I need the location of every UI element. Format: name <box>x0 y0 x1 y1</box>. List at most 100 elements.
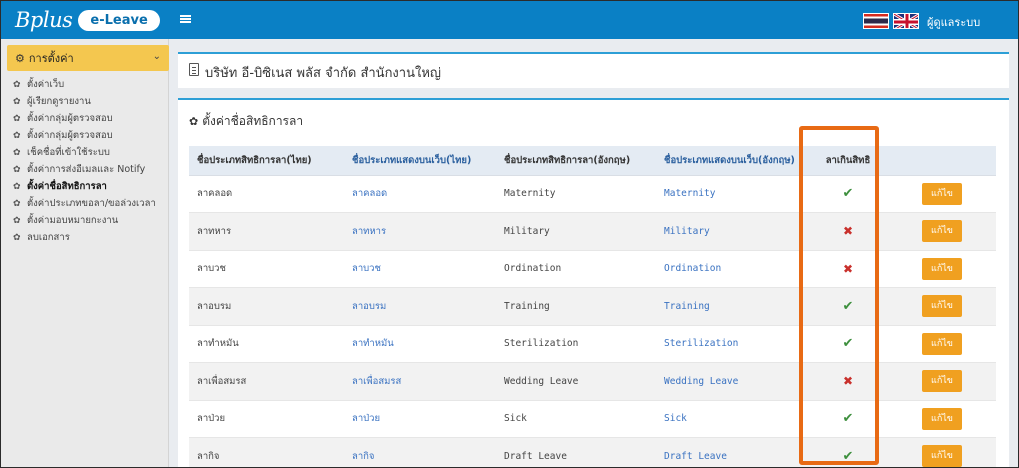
cell-over-limit: ✖ <box>808 250 888 288</box>
edit-button[interactable]: แก้ไข <box>922 295 962 318</box>
table-header-row: ชื่อประเภทสิทธิการลา(ไทย) ชื่อประเภทแสดง… <box>189 146 996 176</box>
check-icon: ✔ <box>842 448 854 464</box>
table-row: ลาทหาร ลาทหาร Military Military ✖ แก้ไข <box>189 212 996 251</box>
sidebar-item-delete-documents[interactable]: ✿ ลบเอกสาร <box>1 232 169 249</box>
cell-en-name: Maternity <box>496 175 656 213</box>
sidebar-item-inspector-groups-1[interactable]: ✿ ตั้งค่ากลุ่มผู้ตรวจสอบ <box>1 113 169 130</box>
sidebar-section-label: การตั้งค่า <box>28 52 74 65</box>
sidebar-item-leave-types[interactable]: ✿ ตั้งค่าประเภทขอลา/ขอล่วงเวลา <box>1 198 169 215</box>
col-header-en-name[interactable]: ชื่อประเภทสิทธิการลา(อังกฤษ) <box>496 146 656 176</box>
gear-icon: ✿ <box>13 233 21 243</box>
table-row: ลาบวช ลาบวช Ordination Ordination ✖ แก้ไข <box>189 250 996 288</box>
sidebar-item-report-viewers[interactable]: ✿ ผู้เรียกดูรายงาน <box>1 96 169 113</box>
cell-over-limit: ✔ <box>808 325 888 363</box>
cell-en-name: Sick <box>496 400 656 438</box>
gear-icon: ✿ <box>13 97 21 107</box>
table-row: ลาอบรม ลาอบรม Training Training ✔ แก้ไข <box>189 287 996 326</box>
sidebar-section-settings[interactable]: ⚙ การตั้งค่า ⌄ <box>7 45 169 71</box>
edit-button[interactable]: แก้ไข <box>922 332 962 355</box>
edit-button[interactable]: แก้ไข <box>922 370 962 393</box>
edit-button[interactable]: แก้ไข <box>922 220 962 243</box>
sidebar-item-login-check[interactable]: ✿ เช็คชื่อที่เข้าใช้ระบบ <box>1 147 169 164</box>
cell-th-name: ลาป่วย <box>189 400 344 438</box>
sidebar-item-shift-assignment[interactable]: ✿ ตั้งค่ามอบหมายกะงาน <box>1 215 169 232</box>
section-title-text: ตั้งค่าชื่อสิทธิการลา <box>202 114 304 128</box>
cell-over-limit: ✖ <box>808 212 888 251</box>
cell-th-name: ลากิจ <box>189 437 344 467</box>
cell-th-web-name: ลากิจ <box>344 437 496 467</box>
app-name-badge: e-Leave <box>78 9 160 31</box>
gear-icon: ✿ <box>13 199 21 209</box>
gears-icon: ⚙ <box>15 51 25 65</box>
table-row: ลาคลอด ลาคลอด Maternity Maternity ✔ แก้ไข <box>189 175 996 213</box>
cell-th-name: ลาทำหมัน <box>189 325 344 363</box>
section-title: ✿ ตั้งค่าชื่อสิทธิการลา <box>189 112 303 131</box>
check-icon: ✔ <box>842 186 854 202</box>
brand-logo[interactable]: Bplus e-Leave <box>1 1 169 39</box>
cell-en-name: Ordination <box>496 250 656 288</box>
user-menu-link[interactable]: ผู้ดูแลระบบ <box>927 13 980 31</box>
sidebar-item-label: ลบเอกสาร <box>27 232 70 243</box>
cell-en-web-name: Training <box>656 287 808 326</box>
sidebar-item-leave-rights[interactable]: ✿ ตั้งค่าชื่อสิทธิการลา <box>1 181 169 198</box>
cell-th-name: ลาคลอด <box>189 175 344 213</box>
cell-actions: แก้ไข <box>888 175 996 213</box>
leave-rights-panel: ✿ ตั้งค่าชื่อสิทธิการลา ชื่อประเภทสิทธิกา… <box>178 98 1009 467</box>
sidebar-item-inspector-groups-2[interactable]: ✿ ตั้งค่ากลุ่มผู้ตรวจสอบ <box>1 130 169 147</box>
brand-script: Bplus <box>15 8 73 32</box>
cell-en-name: Military <box>496 212 656 251</box>
cell-over-limit: ✔ <box>808 175 888 213</box>
cell-en-name: Training <box>496 287 656 326</box>
col-header-th-name[interactable]: ชื่อประเภทสิทธิการลา(ไทย) <box>189 146 344 176</box>
cell-en-name: Wedding Leave <box>496 362 656 401</box>
cell-over-limit: ✔ <box>808 400 888 438</box>
cell-th-name: ลาทหาร <box>189 212 344 251</box>
edit-button[interactable]: แก้ไข <box>922 407 962 430</box>
table-row: ลาเพื่อสมรส ลาเพื่อสมรส Wedding Leave Weddi… <box>189 362 996 401</box>
cell-over-limit: ✔ <box>808 287 888 326</box>
cell-th-name: ลาบวช <box>189 250 344 288</box>
col-header-th-web-name[interactable]: ชื่อประเภทแสดงบนเว็บ(ไทย) <box>344 146 496 176</box>
gear-icon: ✿ <box>13 216 21 226</box>
sidebar: ⚙ การตั้งค่า ⌄ ✿ ตั้งค่าเว็บ ✿ ผู้เรียกดูร… <box>1 39 169 467</box>
edit-button[interactable]: แก้ไข <box>922 257 962 280</box>
cell-actions: แก้ไข <box>888 325 996 363</box>
cell-actions: แก้ไข <box>888 362 996 401</box>
sidebar-item-label: ตั้งค่าประเภทขอลา/ขอล่วงเวลา <box>27 198 156 209</box>
cell-th-web-name: ลาอบรม <box>344 287 496 326</box>
col-header-over-limit[interactable]: ลาเกินสิทธิ <box>808 146 888 176</box>
cell-en-web-name: Ordination <box>656 250 808 288</box>
table-row: ลาป่วย ลาป่วย Sick Sick ✔ แก้ไข <box>189 400 996 438</box>
sidebar-item-label: ตั้งค่าชื่อสิทธิการลา <box>27 181 107 192</box>
check-icon: ✔ <box>842 336 854 352</box>
sidebar-item-web-settings[interactable]: ✿ ตั้งค่าเว็บ <box>1 79 169 96</box>
chevron-down-icon: ⌄ <box>152 51 161 62</box>
check-icon: ✔ <box>842 411 854 427</box>
sidebar-item-email-notify[interactable]: ✿ ตั้งค่าการส่งอีเมลและ Notify <box>1 164 169 181</box>
gear-icon: ✿ <box>13 148 21 158</box>
menu-toggle-icon[interactable] <box>180 12 191 26</box>
cell-over-limit: ✖ <box>808 362 888 401</box>
sidebar-item-label: ผู้เรียกดูรายงาน <box>27 96 91 107</box>
company-panel: บริษัท อี-บิซิเนส พลัส จำกัด สำนักงานใหญ… <box>178 52 1009 88</box>
check-icon: ✔ <box>842 298 854 314</box>
gear-icon: ✿ <box>189 115 199 128</box>
gear-icon: ✿ <box>13 165 21 175</box>
cell-actions: แก้ไข <box>888 437 996 467</box>
cell-actions: แก้ไข <box>888 212 996 251</box>
gear-icon: ✿ <box>13 114 21 124</box>
col-header-en-web-name[interactable]: ชื่อประเภทแสดงบนเว็บ(อังกฤษ) <box>656 146 808 176</box>
cross-icon: ✖ <box>842 261 854 276</box>
thai-flag-icon[interactable] <box>863 13 889 29</box>
main-content: บริษัท อี-บิซิเนส พลัส จำกัด สำนักงานใหญ… <box>169 39 1018 467</box>
cell-en-name: Sterilization <box>496 325 656 363</box>
sidebar-item-label: ตั้งค่ากลุ่มผู้ตรวจสอบ <box>27 113 113 124</box>
cross-icon: ✖ <box>842 224 854 239</box>
edit-button[interactable]: แก้ไข <box>922 182 962 205</box>
uk-flag-icon[interactable] <box>893 13 919 29</box>
cell-en-web-name: Wedding Leave <box>656 362 808 401</box>
sidebar-item-label: ตั้งค่าการส่งอีเมลและ Notify <box>27 164 146 175</box>
cell-th-web-name: ลาคลอด <box>344 175 496 213</box>
cell-th-web-name: ลาป่วย <box>344 400 496 438</box>
edit-button[interactable]: แก้ไข <box>922 445 962 467</box>
